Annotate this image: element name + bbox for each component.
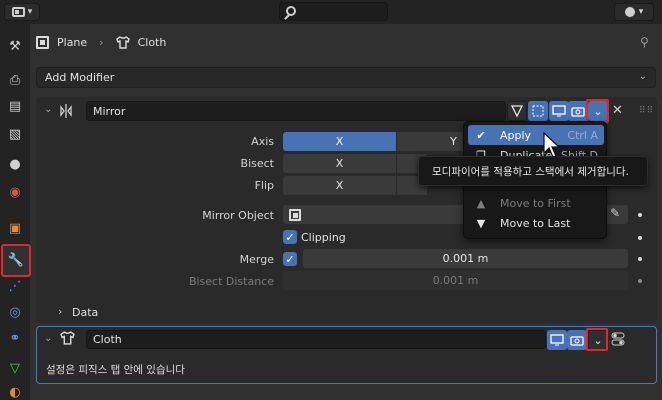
tool-tab-icon[interactable]: ⚒ [3, 34, 27, 58]
cloth-shirt-icon [60, 331, 75, 345]
chevron-down-icon: ▾ [27, 7, 33, 17]
breadcrumb: Plane › Cloth [36, 31, 166, 53]
toggle-switch-icon [611, 332, 625, 346]
highlight-annotation [586, 328, 608, 351]
merge-checkbox[interactable]: ✓ [283, 252, 297, 266]
collapse-chevron-icon[interactable]: ⌄ [44, 104, 52, 115]
mesh-triangle-icon [510, 105, 524, 118]
realtime-display-button[interactable] [549, 101, 569, 121]
mirror-modifier-icon [60, 104, 72, 118]
particles-tab-icon[interactable]: ⋰ [3, 274, 27, 298]
mirror-object-label: Mirror Object [202, 209, 274, 222]
menu-item-move-to-last[interactable]: ▼ Move to Last [468, 213, 604, 233]
tooltip-text: 모디파이어를 적용하고 스택에서 제거합니다. [432, 165, 629, 178]
mouse-pointer-icon [543, 131, 561, 158]
edit-mode-cage-button[interactable] [507, 101, 527, 121]
merge-label: Merge [239, 253, 274, 266]
monitor-icon [552, 105, 566, 117]
monitor-icon [550, 334, 564, 346]
pin-icon[interactable]: ⚲ [640, 35, 652, 49]
keyframe-dot[interactable] [638, 213, 642, 217]
edit-mode-icon [532, 105, 544, 117]
menu-item-label: Move to Last [500, 216, 571, 230]
properties-tabs-sidebar: ⚒ ⎙ ▤ ▧ ● ◉ ▣ 🔧 ⋰ ◎ ⚭ ▽ ◐ [0, 24, 31, 400]
axis-x-toggle[interactable]: X [283, 132, 396, 151]
chevron-right-icon[interactable]: › [58, 305, 62, 318]
circle-icon [624, 7, 635, 17]
tooltip: 모디파이어를 적용하고 스택에서 제거합니다. [418, 156, 648, 186]
constraints-tab-icon[interactable]: ⚭ [3, 326, 27, 350]
menu-item-shortcut: Ctrl A [567, 128, 598, 142]
drag-handle-icon[interactable]: ⠿⠿ [639, 106, 654, 116]
properties-editor-icon [11, 7, 25, 17]
physics-tab-note: 설정은 피직스 탭 안에 있습니다 [46, 364, 185, 376]
data-subpanel-header[interactable]: Data [72, 306, 98, 319]
chevron-down-icon: ▾ [638, 7, 644, 17]
add-modifier-label: Add Modifier [45, 71, 115, 84]
bisect-x-toggle[interactable]: X [283, 154, 396, 173]
breadcrumb-modifier: Cloth [137, 35, 167, 49]
bisect-distance-label: Bisect Distance [188, 275, 274, 288]
triangle-down-icon: ▼ [476, 216, 486, 230]
flip-label: Flip [254, 179, 274, 192]
menu-item-label: Apply [500, 128, 532, 142]
render-display-button[interactable] [567, 330, 587, 350]
object-tab-icon[interactable]: ▣ [3, 216, 27, 240]
cloth-shirt-icon [115, 35, 130, 49]
render-tab-icon[interactable]: ⎙ [3, 68, 27, 92]
modifier-name: Mirror [93, 104, 126, 118]
clipping-checkbox[interactable]: ✓ [283, 230, 297, 244]
highlight-annotation [586, 99, 609, 123]
menu-item-label: Move to First [500, 196, 571, 210]
cloth-name-field[interactable]: Cloth [86, 330, 546, 349]
axis-label: Axis [251, 135, 274, 148]
material-tab-icon[interactable]: ◐ [3, 380, 27, 400]
eyedropper-icon[interactable]: ✎ [610, 206, 620, 220]
render-display-button[interactable] [568, 101, 588, 121]
world-tab-icon[interactable]: ◉ [3, 180, 27, 204]
close-icon[interactable]: ✕ [612, 103, 623, 118]
toggle-icon[interactable] [611, 331, 625, 347]
add-modifier-dropdown[interactable]: Add Modifier ⌄ [36, 67, 656, 88]
menu-item-move-to-first[interactable]: ▲ Move to First [468, 193, 604, 213]
menu-item-apply[interactable]: ✔ Apply Ctrl A [468, 125, 604, 145]
flip-x-toggle[interactable]: X [283, 176, 396, 195]
camera-icon [571, 107, 585, 117]
realtime-display-button[interactable] [547, 330, 567, 350]
keyframe-dot[interactable] [638, 236, 642, 240]
keyframe-dot[interactable] [638, 257, 642, 261]
scene-tab-icon[interactable]: ● [3, 152, 27, 176]
modifier-tab-wrench-icon[interactable]: 🔧 [1, 244, 31, 277]
collapse-chevron-icon[interactable]: ⌄ [44, 333, 52, 344]
bisect-distance-field[interactable]: 0.001 m [283, 271, 628, 290]
camera-icon [570, 336, 584, 346]
edit-mode-button[interactable] [528, 101, 548, 121]
chevron-right-icon: › [99, 35, 104, 49]
display-options-button[interactable]: ▾ [614, 3, 654, 21]
merge-value-field[interactable]: 0.001 m [303, 249, 628, 268]
search-input[interactable] [279, 2, 388, 21]
clipping-label: Clipping [301, 231, 346, 244]
output-tab-icon[interactable]: ▤ [3, 94, 27, 118]
chevron-down-icon: ⌄ [638, 71, 647, 82]
keyframe-dot[interactable] [638, 279, 642, 283]
object-icon [289, 208, 301, 221]
view-layer-tab-icon[interactable]: ▧ [3, 122, 27, 146]
physics-tab-icon[interactable]: ◎ [3, 300, 27, 324]
cloth-name: Cloth [93, 333, 122, 346]
modifier-name-field[interactable]: Mirror [86, 101, 506, 121]
data-tab-icon[interactable]: ▽ [3, 356, 27, 380]
bisect-label: Bisect [240, 157, 274, 170]
breadcrumb-object: Plane [57, 35, 88, 49]
editor-type-button[interactable]: ▾ [4, 3, 40, 21]
checkmark-icon: ✔ [476, 128, 486, 142]
search-icon [286, 6, 296, 16]
object-icon [36, 35, 49, 49]
triangle-up-icon: ▲ [476, 196, 486, 210]
